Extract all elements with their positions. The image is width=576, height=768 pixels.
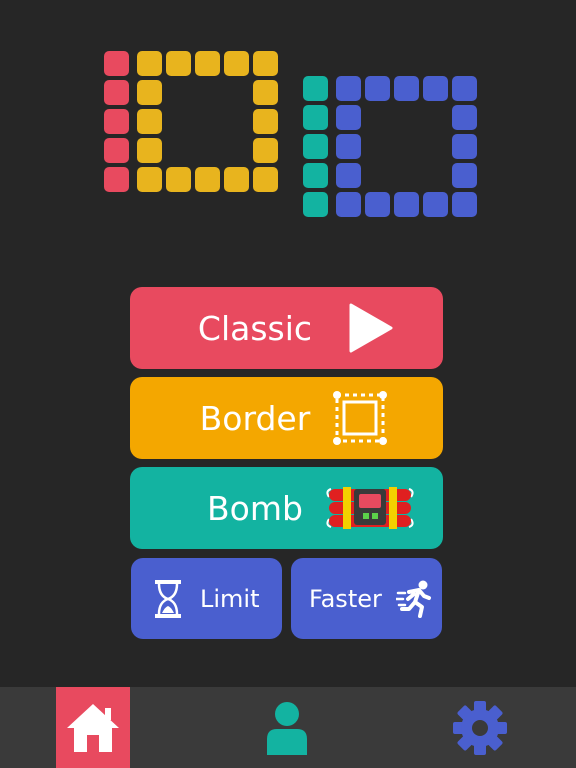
logo-block: [137, 51, 162, 76]
logo-block: [253, 109, 278, 134]
logo-block: [303, 76, 328, 101]
faster-label: Faster: [309, 584, 382, 613]
gear-icon: [452, 700, 508, 756]
logo-block: [336, 76, 361, 101]
hourglass-icon: [153, 579, 183, 619]
logo-block: [104, 109, 129, 134]
play-icon: [349, 303, 393, 353]
faster-mode-button[interactable]: Faster: [291, 558, 442, 639]
limit-mode-button[interactable]: Limit: [131, 558, 282, 639]
logo-block: [137, 109, 162, 134]
nav-home-tab[interactable]: [56, 687, 130, 768]
logo-block: [452, 105, 477, 130]
logo-block: [365, 192, 390, 217]
nav-profile-tab[interactable]: [250, 687, 324, 768]
logo-block: [195, 167, 220, 192]
border-mode-button[interactable]: Border: [130, 377, 443, 459]
logo-block: [336, 105, 361, 130]
classic-label: Classic: [197, 308, 313, 348]
logo-block: [452, 163, 477, 188]
user-icon: [265, 701, 309, 755]
logo-block: [336, 134, 361, 159]
logo-block: [166, 51, 191, 76]
logo-block: [303, 163, 328, 188]
logo-block: [224, 167, 249, 192]
logo-block: [452, 76, 477, 101]
logo-block: [137, 167, 162, 192]
limit-label: Limit: [200, 584, 260, 613]
bottom-nav: [0, 687, 576, 768]
logo-block: [137, 80, 162, 105]
logo-block: [336, 192, 361, 217]
running-man-icon: [396, 579, 434, 619]
logo-block: [253, 167, 278, 192]
dashed-square-icon: [331, 389, 389, 447]
bomb-mode-button[interactable]: Bomb: [130, 467, 443, 549]
game-logo: [0, 0, 576, 240]
logo-block: [303, 192, 328, 217]
logo-block: [365, 76, 390, 101]
classic-mode-button[interactable]: Classic: [130, 287, 443, 369]
logo-block: [104, 51, 129, 76]
logo-block: [104, 167, 129, 192]
logo-block: [336, 163, 361, 188]
logo-block: [253, 138, 278, 163]
logo-block: [303, 105, 328, 130]
logo-block: [303, 134, 328, 159]
nav-settings-tab[interactable]: [440, 687, 520, 768]
logo-block: [423, 76, 448, 101]
home-icon: [65, 702, 121, 754]
logo-block: [137, 138, 162, 163]
logo-block: [394, 76, 419, 101]
logo-block: [104, 138, 129, 163]
logo-block: [195, 51, 220, 76]
logo-block: [452, 134, 477, 159]
logo-block: [253, 80, 278, 105]
logo-block: [452, 192, 477, 217]
logo-block: [423, 192, 448, 217]
logo-block: [104, 80, 129, 105]
logo-block: [224, 51, 249, 76]
dynamite-icon: [325, 485, 415, 531]
logo-block: [166, 167, 191, 192]
logo-block: [394, 192, 419, 217]
logo-block: [253, 51, 278, 76]
